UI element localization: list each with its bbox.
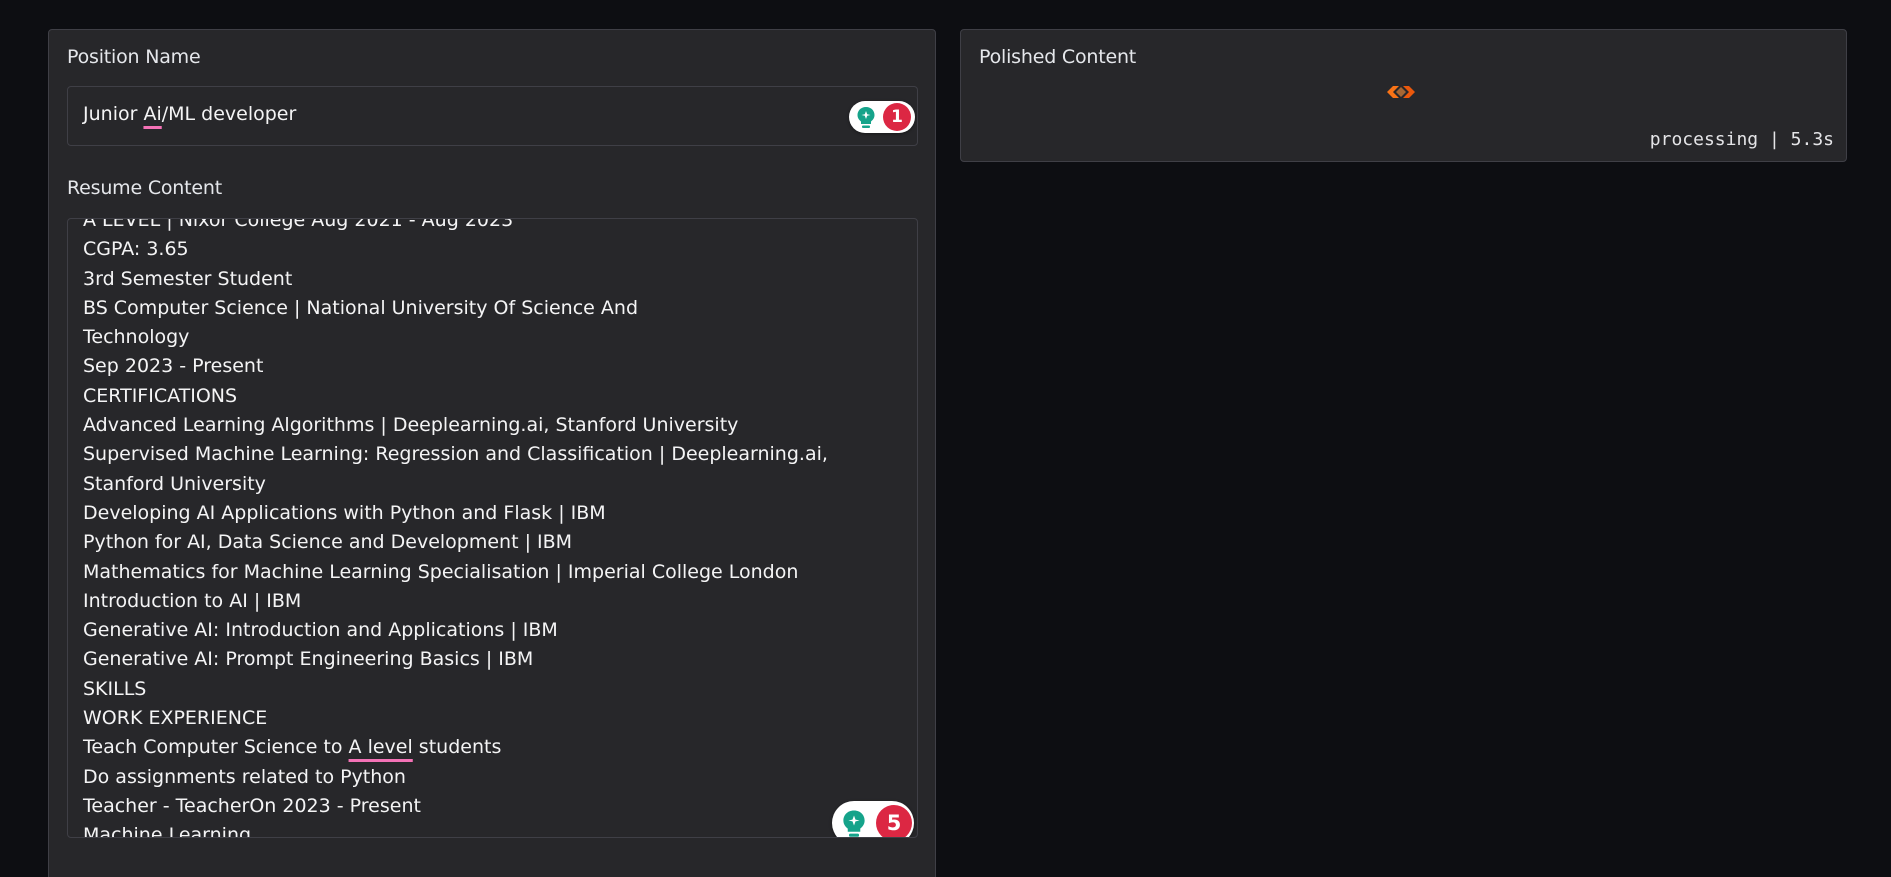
resume-line: CGPA: 3.65 <box>83 238 189 261</box>
grammar-check-badge-resume[interactable]: 5 <box>832 801 914 837</box>
resume-content-label: Resume Content <box>67 177 222 199</box>
resume-line: Introduction to AI | IBM <box>83 589 302 612</box>
loading-spinner-icon <box>1384 83 1418 101</box>
resume-line: Mathematics for Machine Learning Special… <box>83 560 799 583</box>
resume-line: Sep 2023 - Present <box>83 355 264 378</box>
grammar-flagged-phrase[interactable]: A level <box>349 736 413 758</box>
resume-line: Generative AI: Prompt Engineering Basics… <box>83 648 534 671</box>
resume-line: Developing AI Applications with Python a… <box>83 501 606 524</box>
processing-status: processing | 5.3s <box>1649 129 1834 150</box>
resume-content-textarea[interactable]: A LEVEL | Nixor College Aug 2021 - Aug 2… <box>67 218 918 838</box>
resume-line: Do assignments related to Python <box>83 765 406 788</box>
resume-line: Generative AI: Introduction and Applicat… <box>83 619 558 642</box>
grammar-issue-count: 5 <box>876 805 912 837</box>
resume-line: Technology <box>83 326 190 349</box>
grammar-issue-count: 1 <box>883 103 911 131</box>
position-name-value[interactable]: Junior Ai/ML developer <box>83 103 296 125</box>
lightbulb-icon <box>851 105 881 129</box>
resume-line: WORK EXPERIENCE <box>83 707 268 730</box>
lightbulb-icon <box>836 808 872 837</box>
position-name-label: Position Name <box>67 46 201 68</box>
polished-content-label: Polished Content <box>979 46 1137 68</box>
position-value-prefix: Junior <box>83 103 144 125</box>
app-page: Position Name Junior Ai/ML developer 1 R… <box>0 0 1891 877</box>
resume-line: A LEVEL | Nixor College Aug 2021 - Aug 2… <box>83 218 514 231</box>
resume-line: Teacher - TeacherOn 2023 - Present <box>83 794 421 817</box>
resume-line: Supervised Machine Learning: Regression … <box>83 443 828 466</box>
resume-line: CERTIFICATIONS <box>83 384 238 407</box>
resume-line: Stanford University <box>83 472 266 495</box>
resume-line: Machine Learning <box>83 824 252 838</box>
position-value-suffix: /ML developer <box>161 103 297 125</box>
resume-text[interactable]: A LEVEL | Nixor College Aug 2021 - Aug 2… <box>83 218 893 838</box>
spelling-flagged-word[interactable]: Ai <box>143 103 161 125</box>
position-name-input[interactable]: Junior Ai/ML developer 1 <box>67 86 918 146</box>
input-panel: Position Name Junior Ai/ML developer 1 R… <box>48 29 936 877</box>
output-panel: Polished Content processing | 5.3s <box>960 29 1847 162</box>
resume-line: BS Computer Science | National Universit… <box>83 296 638 319</box>
grammar-check-badge[interactable]: 1 <box>849 101 915 133</box>
resume-line: 3rd Semester Student <box>83 267 293 290</box>
resume-line: Python for AI, Data Science and Developm… <box>83 531 573 554</box>
resume-line: Teach Computer Science to A level studen… <box>83 736 502 759</box>
resume-line: SKILLS <box>83 677 147 700</box>
resume-line: Advanced Learning Algorithms | Deeplearn… <box>83 414 739 437</box>
